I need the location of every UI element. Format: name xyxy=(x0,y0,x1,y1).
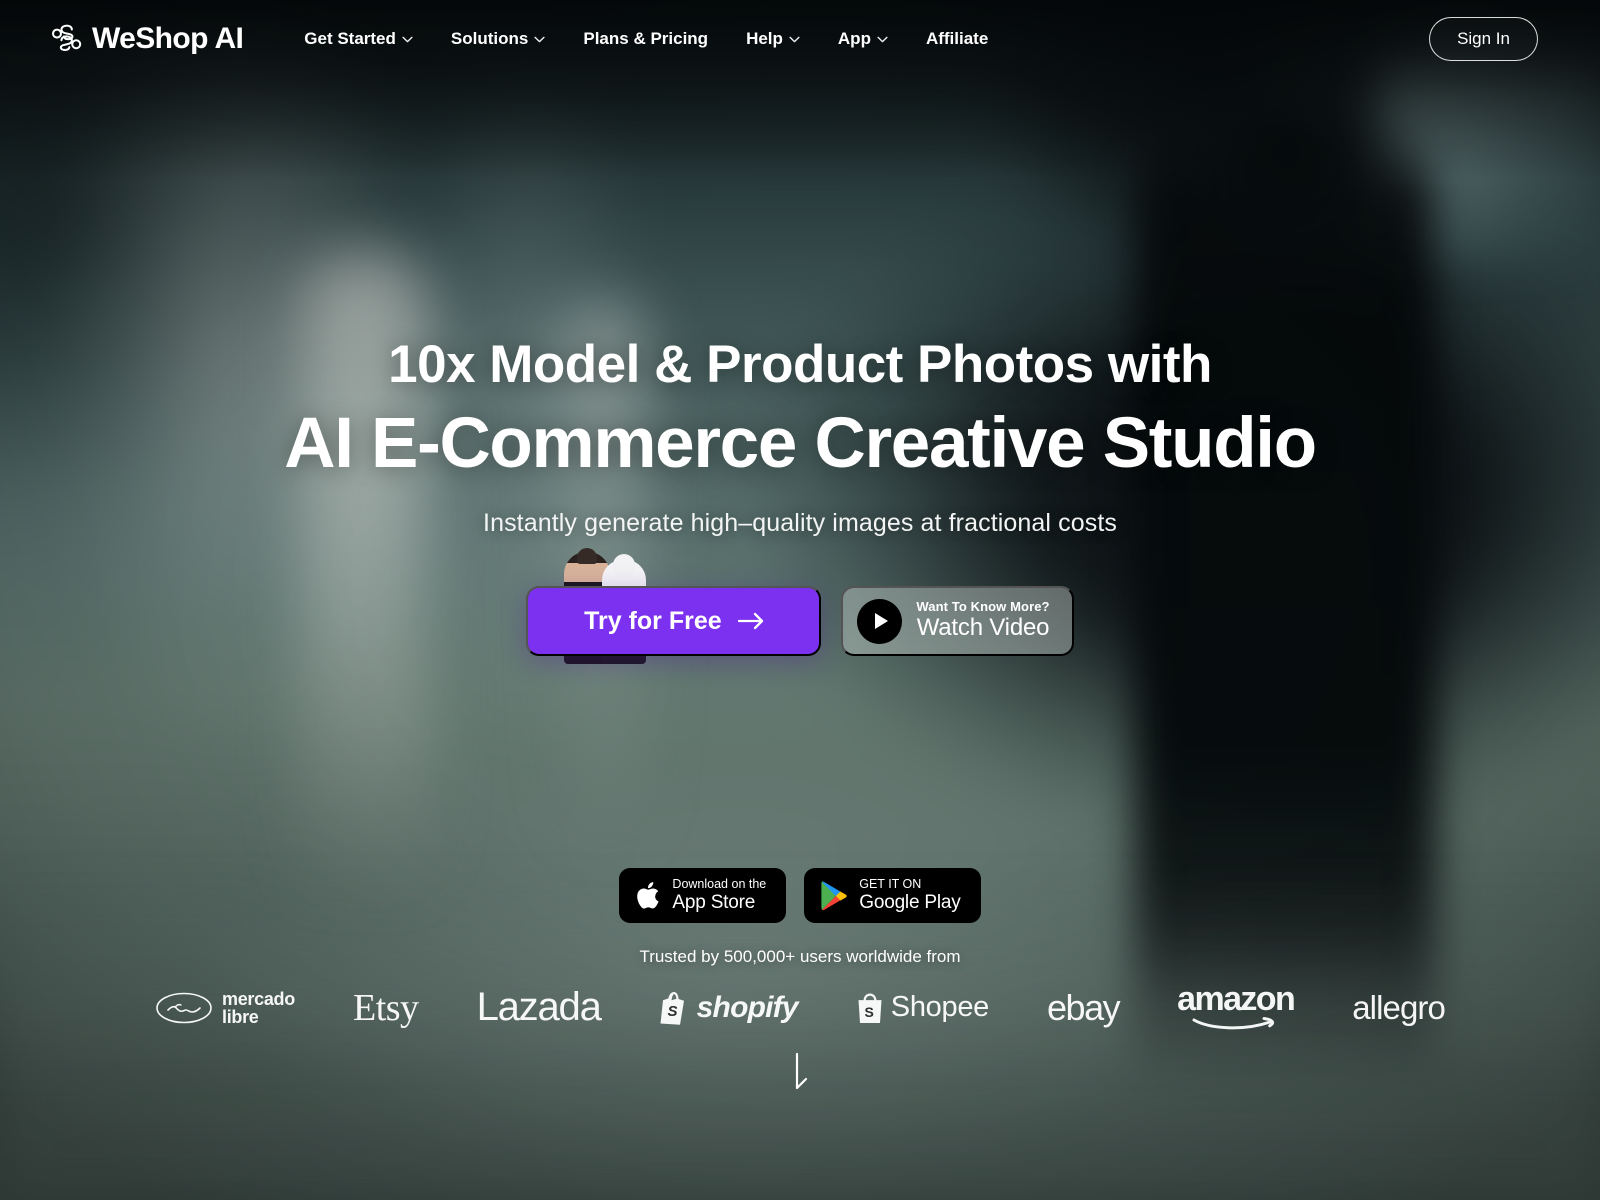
chevron-down-icon xyxy=(877,36,888,42)
nav-item-affiliate[interactable]: Affiliate xyxy=(907,21,1007,57)
svg-text:S: S xyxy=(667,1003,677,1020)
shopify-bag-icon: S xyxy=(660,991,684,1025)
brand-label: Shopee xyxy=(890,991,989,1023)
site-header: WeShop AI Get Started Solutions Plans & … xyxy=(0,0,1600,78)
arrow-down-icon xyxy=(795,1052,808,1090)
watch-video-label: Watch Video xyxy=(916,613,1050,641)
nav-label: Solutions xyxy=(450,29,529,48)
shopee-bag-icon: S xyxy=(858,993,882,1023)
logo-text: WeShop AI xyxy=(92,22,244,55)
nav-label: Help xyxy=(746,29,783,48)
scroll-down-indicator[interactable] xyxy=(789,1052,811,1101)
app-store-badge[interactable]: Download on the App Store xyxy=(619,868,787,923)
brand-label-line2: libre xyxy=(222,1006,259,1027)
svg-text:S: S xyxy=(864,1004,873,1020)
watch-video-eyebrow: Want To Know More? xyxy=(916,599,1050,615)
nav-item-app[interactable]: App xyxy=(819,21,907,57)
google-play-badge[interactable]: GET IT ON Google Play xyxy=(804,868,981,923)
hero-headline-line2: AI E-Commerce Creative Studio xyxy=(284,404,1317,483)
trusted-by-text: Trusted by 500,000+ users worldwide from xyxy=(639,947,961,966)
brand-label-line1: mercado xyxy=(222,988,295,1009)
app-store-big-label: App Store xyxy=(672,891,756,913)
nav-label: Get Started xyxy=(304,29,396,48)
google-play-small-label: GET IT ON xyxy=(859,877,922,892)
brand-logo-shopify: S shopify xyxy=(659,990,799,1025)
arrow-right-icon xyxy=(737,612,763,630)
hero-headline-line1: 10x Model & Product Photos with xyxy=(388,335,1212,394)
google-play-big-label: Google Play xyxy=(859,891,961,913)
amazon-smile-icon xyxy=(1192,1016,1274,1030)
nav-item-plans-pricing[interactable]: Plans & Pricing xyxy=(564,21,727,57)
brand-logo-allegro: allegro xyxy=(1352,988,1446,1026)
app-store-small-label: Download on the xyxy=(672,877,767,892)
nav-label: Affiliate xyxy=(925,29,989,48)
try-for-free-label: Try for Free xyxy=(584,606,722,635)
hero-section: 10x Model & Product Photos with AI E-Com… xyxy=(0,0,1600,1200)
brand-logo-mercado-libre: mercado libre xyxy=(155,990,295,1026)
chevron-down-icon xyxy=(789,36,800,42)
main-navigation: Get Started Solutions Plans & Pricing He… xyxy=(285,21,1007,57)
weshop-logo-icon xyxy=(50,24,83,54)
nav-label: Plans & Pricing xyxy=(583,29,709,48)
hero-cta-row: Try for Free Want To Know More? Watch Vi… xyxy=(526,548,1074,664)
brand-logo-ebay: ebay xyxy=(1047,986,1121,1028)
brand-label: amazon xyxy=(1177,980,1296,1019)
google-play-icon xyxy=(821,881,847,911)
partner-logos: mercado libre Etsy Lazada S shopify S Sh… xyxy=(155,980,1446,1030)
logo[interactable]: WeShop AI xyxy=(50,22,244,56)
brand-logo-lazada: Lazada xyxy=(476,985,602,1029)
brand-logo-amazon: amazon xyxy=(1177,980,1296,1030)
nav-item-solutions[interactable]: Solutions xyxy=(432,21,564,57)
nav-item-get-started[interactable]: Get Started xyxy=(285,21,432,57)
watch-video-button[interactable]: Want To Know More? Watch Video xyxy=(841,586,1074,656)
chevron-down-icon xyxy=(534,36,545,42)
nav-label: App xyxy=(837,29,871,48)
brand-logo-shopee: S Shopee xyxy=(856,991,989,1024)
brand-label: shopify xyxy=(696,990,799,1024)
brand-logo-etsy: Etsy xyxy=(352,986,419,1029)
try-for-free-button[interactable]: Try for Free xyxy=(526,586,822,656)
app-store-badges: Download on the App Store GET IT ON Goog… xyxy=(619,868,981,923)
sign-in-button[interactable]: Sign In xyxy=(1429,17,1538,61)
nav-item-help[interactable]: Help xyxy=(727,21,819,57)
apple-icon xyxy=(637,882,659,909)
hero-subheadline: Instantly generate high–quality images a… xyxy=(483,509,1117,537)
chevron-down-icon xyxy=(402,36,413,42)
play-icon xyxy=(857,598,903,644)
mercado-libre-icon xyxy=(156,992,212,1023)
